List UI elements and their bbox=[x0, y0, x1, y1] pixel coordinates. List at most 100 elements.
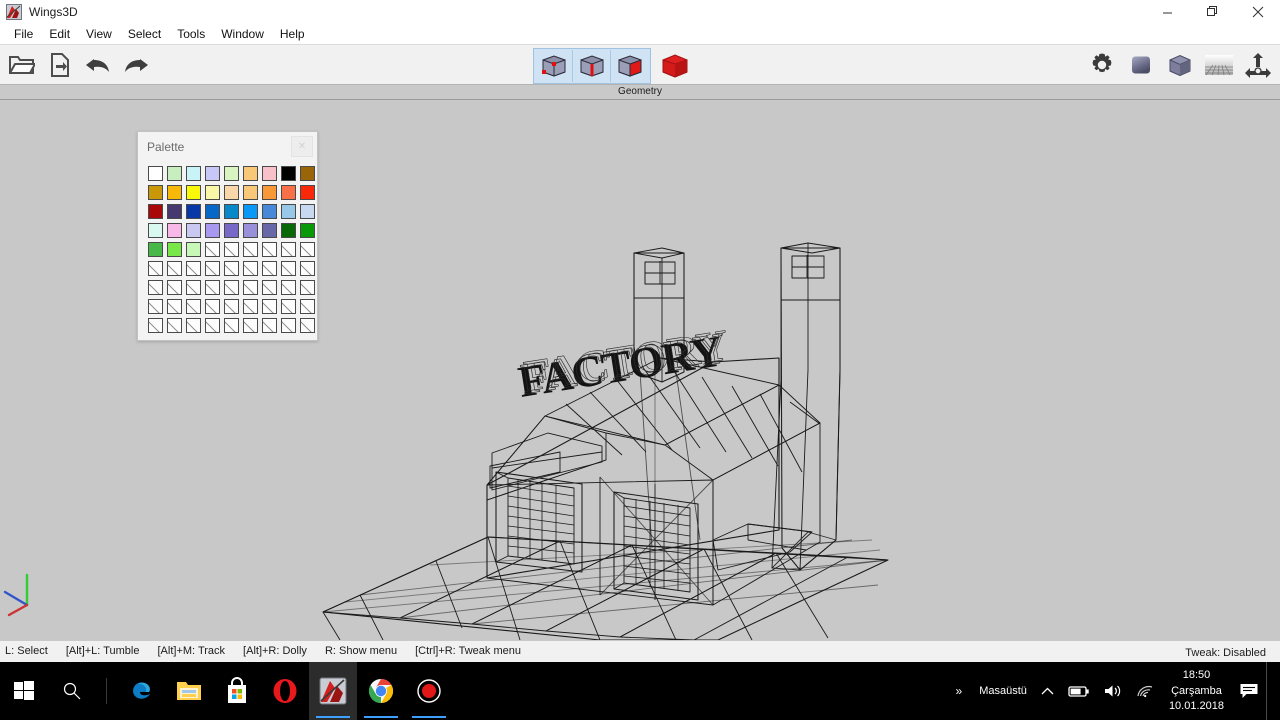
palette-swatch[interactable] bbox=[165, 240, 184, 259]
palette-swatch-empty[interactable] bbox=[165, 316, 184, 335]
taskbar-clock[interactable]: 18:50 Çarşamba 10.01.2018 bbox=[1161, 669, 1232, 713]
menu-view[interactable]: View bbox=[78, 26, 120, 42]
palette-swatch-empty[interactable] bbox=[146, 278, 165, 297]
palette-swatch-empty[interactable] bbox=[184, 278, 203, 297]
restore-button[interactable] bbox=[1190, 0, 1235, 24]
palette-swatch[interactable] bbox=[146, 183, 165, 202]
palette-swatch-empty[interactable] bbox=[241, 316, 260, 335]
palette-swatch[interactable] bbox=[146, 221, 165, 240]
palette-swatch-empty[interactable] bbox=[203, 240, 222, 259]
vertex-mode-button[interactable] bbox=[535, 50, 573, 82]
palette-swatch-empty[interactable] bbox=[165, 297, 184, 316]
battery-icon[interactable] bbox=[1061, 662, 1097, 720]
taskbar-opera[interactable] bbox=[261, 662, 309, 720]
palette-swatch-empty[interactable] bbox=[165, 259, 184, 278]
palette-swatch[interactable] bbox=[260, 183, 279, 202]
speaker-icon[interactable] bbox=[1097, 662, 1129, 720]
palette-swatch-empty[interactable] bbox=[279, 316, 298, 335]
tray-overflow-button[interactable]: » bbox=[946, 662, 973, 720]
taskbar-edge[interactable] bbox=[117, 662, 165, 720]
palette-swatch[interactable] bbox=[222, 183, 241, 202]
palette-swatch[interactable] bbox=[222, 164, 241, 183]
taskbar-file-explorer[interactable] bbox=[165, 662, 213, 720]
taskbar-chrome[interactable] bbox=[357, 662, 405, 720]
palette-swatch-empty[interactable] bbox=[146, 316, 165, 335]
palette-window[interactable]: Palette ✕ bbox=[137, 131, 318, 341]
palette-swatch[interactable] bbox=[241, 164, 260, 183]
palette-swatch-empty[interactable] bbox=[298, 259, 317, 278]
palette-swatch[interactable] bbox=[203, 221, 222, 240]
palette-swatch-empty[interactable] bbox=[298, 297, 317, 316]
palette-swatch[interactable] bbox=[165, 221, 184, 240]
palette-swatch-empty[interactable] bbox=[260, 240, 279, 259]
palette-swatch-empty[interactable] bbox=[260, 259, 279, 278]
palette-swatch-empty[interactable] bbox=[146, 259, 165, 278]
palette-swatch[interactable] bbox=[184, 164, 203, 183]
palette-swatch-empty[interactable] bbox=[279, 240, 298, 259]
show-desktop-button[interactable] bbox=[1266, 662, 1274, 720]
palette-swatch[interactable] bbox=[298, 202, 317, 221]
menu-tools[interactable]: Tools bbox=[169, 26, 213, 42]
face-mode-button[interactable] bbox=[611, 50, 649, 82]
palette-swatch[interactable] bbox=[298, 164, 317, 183]
palette-swatch[interactable] bbox=[203, 164, 222, 183]
palette-swatch[interactable] bbox=[184, 221, 203, 240]
taskbar-wings3d[interactable] bbox=[309, 662, 357, 720]
show-axes-button[interactable] bbox=[1242, 49, 1274, 81]
body-mode-button[interactable] bbox=[656, 49, 694, 83]
palette-swatch-empty[interactable] bbox=[222, 316, 241, 335]
menu-help[interactable]: Help bbox=[272, 26, 313, 42]
palette-swatch-empty[interactable] bbox=[203, 316, 222, 335]
taskbar-recorder[interactable] bbox=[405, 662, 453, 720]
palette-swatch[interactable] bbox=[184, 202, 203, 221]
palette-swatch[interactable] bbox=[146, 240, 165, 259]
palette-swatch[interactable] bbox=[222, 221, 241, 240]
palette-swatch-empty[interactable] bbox=[260, 316, 279, 335]
palette-swatch[interactable] bbox=[260, 164, 279, 183]
palette-swatch[interactable] bbox=[165, 202, 184, 221]
palette-swatch[interactable] bbox=[279, 202, 298, 221]
palette-swatch-empty[interactable] bbox=[184, 316, 203, 335]
palette-swatch[interactable] bbox=[222, 202, 241, 221]
palette-swatch[interactable] bbox=[165, 164, 184, 183]
palette-swatch-empty[interactable] bbox=[203, 278, 222, 297]
taskbar-store[interactable] bbox=[213, 662, 261, 720]
palette-swatch-empty[interactable] bbox=[298, 316, 317, 335]
wifi-icon[interactable] bbox=[1129, 662, 1161, 720]
palette-swatch[interactable] bbox=[241, 202, 260, 221]
palette-swatch-empty[interactable] bbox=[298, 240, 317, 259]
palette-swatch-empty[interactable] bbox=[260, 278, 279, 297]
menu-edit[interactable]: Edit bbox=[41, 26, 78, 42]
smooth-shade-button[interactable] bbox=[1125, 49, 1157, 81]
search-button[interactable] bbox=[48, 662, 96, 720]
palette-swatch-empty[interactable] bbox=[184, 259, 203, 278]
palette-swatch-empty[interactable] bbox=[279, 259, 298, 278]
palette-swatch-empty[interactable] bbox=[241, 240, 260, 259]
palette-swatch-empty[interactable] bbox=[298, 278, 317, 297]
palette-swatch[interactable] bbox=[203, 183, 222, 202]
palette-swatch[interactable] bbox=[146, 164, 165, 183]
palette-swatch-empty[interactable] bbox=[146, 297, 165, 316]
redo-button[interactable] bbox=[120, 49, 152, 81]
desktop-label[interactable]: Masaüstü bbox=[972, 662, 1034, 720]
geometry-window-header[interactable]: Geometry bbox=[0, 84, 1280, 100]
palette-swatch[interactable] bbox=[279, 221, 298, 240]
save-file-button[interactable] bbox=[44, 49, 76, 81]
close-button[interactable] bbox=[1235, 0, 1280, 24]
palette-swatch-empty[interactable] bbox=[222, 297, 241, 316]
palette-swatch[interactable] bbox=[241, 221, 260, 240]
palette-color-grid[interactable] bbox=[143, 162, 317, 340]
palette-swatch[interactable] bbox=[279, 164, 298, 183]
tray-expand-button[interactable] bbox=[1034, 662, 1061, 720]
palette-swatch[interactable] bbox=[165, 183, 184, 202]
menu-window[interactable]: Window bbox=[213, 26, 272, 42]
palette-swatch-empty[interactable] bbox=[279, 278, 298, 297]
palette-swatch[interactable] bbox=[298, 183, 317, 202]
palette-swatch[interactable] bbox=[260, 221, 279, 240]
palette-swatch-empty[interactable] bbox=[222, 240, 241, 259]
palette-titlebar[interactable]: Palette ✕ bbox=[138, 132, 317, 162]
palette-swatch[interactable] bbox=[184, 183, 203, 202]
notification-icon[interactable] bbox=[1232, 662, 1266, 720]
palette-swatch-empty[interactable] bbox=[241, 259, 260, 278]
palette-swatch-empty[interactable] bbox=[279, 297, 298, 316]
